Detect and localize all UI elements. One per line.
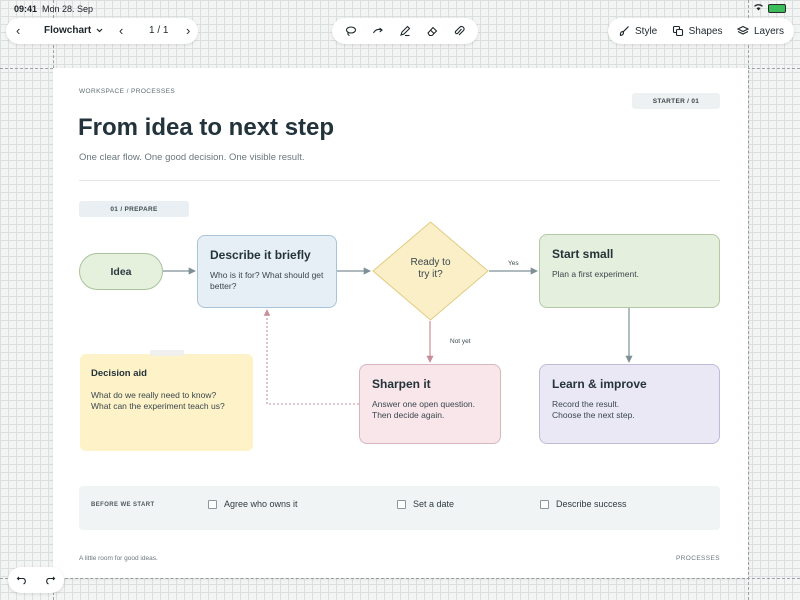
learn-line-2: Choose the next step. — [552, 410, 635, 420]
describe-body: Who is it for? What should get better? — [210, 270, 324, 291]
guide-line-right — [748, 0, 749, 600]
layers-button[interactable]: Layers — [736, 25, 784, 37]
shapes-icon — [672, 25, 683, 37]
describe-node[interactable]: Describe it briefly Who is it for? What … — [197, 235, 337, 308]
checklist-item[interactable]: Agree who owns it — [208, 499, 298, 509]
checklist-item-label: Agree who owns it — [224, 499, 298, 509]
decision-aid-title: Decision aid — [91, 368, 147, 379]
style-label: Style — [635, 25, 658, 37]
wifi-icon — [753, 3, 764, 13]
layers-label: Layers — [753, 25, 784, 37]
checklist-item[interactable]: Set a date — [397, 499, 454, 509]
document-toolbar: ‹ Flowchart ‹ 1 / 1 › — [6, 18, 198, 44]
undo-icon[interactable] — [16, 573, 28, 588]
divider — [79, 180, 720, 181]
checklist-heading: BEFORE WE START — [91, 502, 155, 508]
document-name: Flowchart — [44, 25, 92, 36]
redo-icon[interactable] — [44, 573, 56, 588]
sharpen-line-2: Then decide again. — [372, 410, 445, 420]
attach-icon[interactable] — [453, 25, 465, 37]
footer-label: PROCESSES — [675, 555, 720, 562]
previous-page-button[interactable]: ‹ — [119, 23, 123, 38]
learn-improve-node[interactable]: Learn & improve Record the result. Choos… — [539, 364, 720, 444]
eraser-icon[interactable] — [426, 25, 438, 37]
tools-toolbar — [332, 18, 478, 44]
page-title[interactable]: From idea to next step — [78, 114, 334, 142]
checkbox[interactable] — [540, 499, 549, 509]
checkbox[interactable] — [208, 499, 217, 509]
checkbox[interactable] — [397, 499, 406, 509]
layers-icon — [736, 25, 749, 35]
starter-badge: STARTER / 01 — [632, 93, 720, 109]
breadcrumb: WORKSPACE / PROCESSES — [79, 88, 176, 95]
brush-icon — [619, 26, 629, 37]
sharpen-title: Sharpen it — [372, 377, 431, 391]
sharpen-line-1: Answer one open question. — [372, 399, 476, 409]
checklist-item[interactable]: Describe success — [540, 499, 627, 509]
guide-line-bottom — [0, 578, 800, 579]
decision-aid-note[interactable]: Decision aid What do we really need to k… — [80, 354, 253, 451]
learn-title: Learn & improve — [552, 377, 647, 391]
start-small-node[interactable]: Start small Plan a first experiment. — [539, 234, 720, 308]
sharpen-node[interactable]: Sharpen it Answer one open question. The… — [359, 364, 501, 444]
idea-node[interactable]: Idea — [79, 253, 163, 290]
checklist-panel: BEFORE WE START Agree who owns it Set a … — [79, 486, 720, 530]
next-page-button[interactable]: › — [186, 23, 190, 38]
decision-aid-line-1: What do we really need to know? — [91, 390, 217, 400]
view-toolbar: Style Shapes Layers — [608, 18, 794, 44]
start-body: Plan a first experiment. — [552, 269, 639, 279]
page-subtitle[interactable]: One clear flow. One good decision. One v… — [79, 152, 304, 163]
shapes-label: Shapes — [688, 25, 723, 37]
footer-note: A little room for good ideas. — [79, 555, 158, 562]
undo-redo-controls — [8, 567, 64, 593]
note-tape — [150, 350, 184, 356]
chevron-down-icon — [96, 28, 103, 33]
decision-line-2: try it? — [418, 269, 443, 280]
battery-icon — [768, 3, 786, 13]
lasso-icon[interactable] — [345, 25, 357, 37]
canvas-page: WORKSPACE / PROCESSES STARTER / 01 From … — [53, 68, 748, 578]
decision-line-1: Ready to — [410, 257, 451, 268]
learn-line-1: Record the result. — [552, 399, 620, 409]
status-bar: 09:41 Mon 28. Sep — [0, 0, 800, 18]
checklist-item-label: Set a date — [413, 499, 455, 509]
shapes-button[interactable]: Shapes — [672, 25, 723, 37]
decision-node[interactable]: Ready to try it? — [372, 221, 489, 321]
pen-icon[interactable] — [399, 25, 411, 37]
not-yet-label: Not yet — [450, 338, 471, 345]
describe-title: Describe it briefly — [210, 248, 311, 262]
connector-sharpen-describe-loop — [263, 309, 359, 405]
back-icon[interactable]: ‹ — [16, 23, 20, 38]
style-button[interactable]: Style — [618, 25, 657, 37]
arrow-icon[interactable] — [372, 25, 384, 37]
checklist-item-label: Describe success — [556, 499, 627, 509]
page-indicator: 1 / 1 — [149, 25, 169, 36]
step-tag: 01 / PREPARE — [79, 201, 189, 217]
start-title: Start small — [552, 247, 614, 261]
decision-aid-line-2: What can the experiment teach us? — [91, 401, 225, 411]
status-date: Mon 28. Sep — [42, 4, 94, 14]
document-menu-button[interactable]: Flowchart — [44, 25, 103, 36]
status-time: 09:41 — [14, 4, 38, 14]
yes-label: Yes — [508, 260, 519, 267]
